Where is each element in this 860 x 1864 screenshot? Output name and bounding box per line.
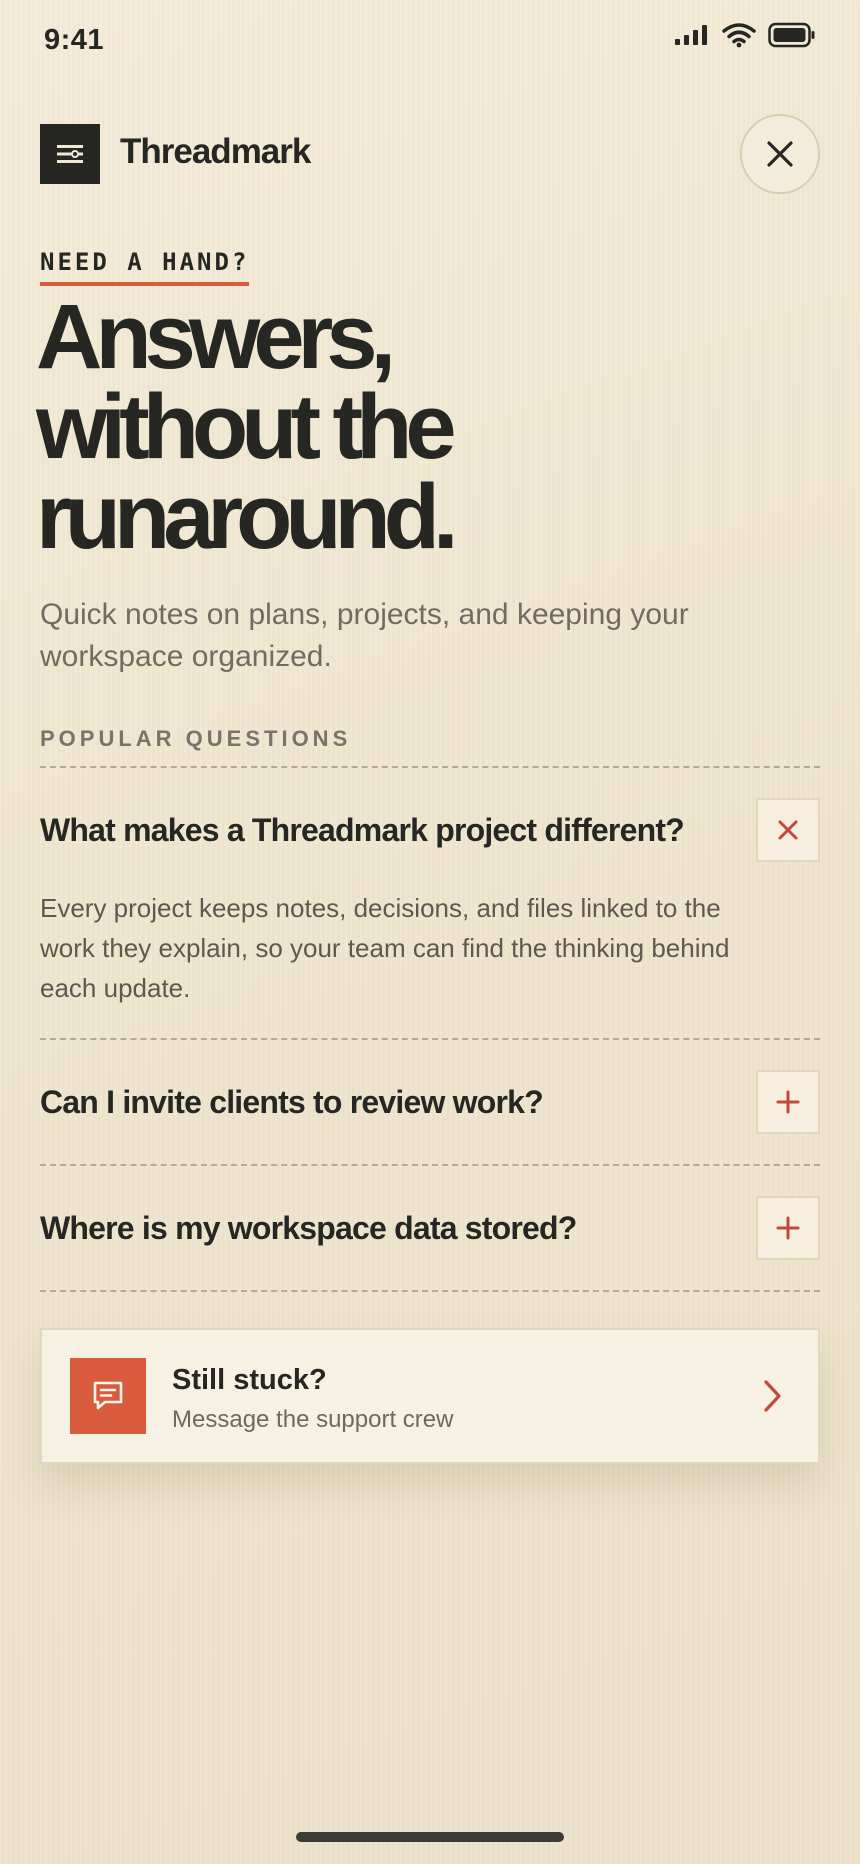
battery-icon bbox=[768, 22, 815, 48]
close-button[interactable] bbox=[740, 114, 820, 194]
section-label: POPULAR QUESTIONS bbox=[40, 726, 352, 751]
signal-icon bbox=[675, 25, 707, 45]
brand-name: Threadmark bbox=[120, 132, 311, 171]
page-title-line-2: without the bbox=[36, 376, 457, 478]
home-indicator[interactable] bbox=[296, 1832, 564, 1842]
page-title-line-3: runaround. bbox=[36, 466, 459, 568]
eyebrow-label: NEED A HAND? bbox=[40, 248, 250, 286]
chat-bubble-icon bbox=[93, 1381, 123, 1410]
faq-question-2[interactable]: Can I invite clients to review work? bbox=[40, 1084, 720, 1121]
close-icon bbox=[767, 141, 793, 167]
menu-icon bbox=[57, 145, 83, 163]
help-screen: 9:41 Threadmark NEED A HAND? Answers, wi… bbox=[0, 0, 860, 1864]
support-icon-tile bbox=[70, 1358, 146, 1434]
faq-answer-1: Every project keeps notes, decisions, an… bbox=[40, 893, 730, 1003]
divider bbox=[40, 1038, 820, 1040]
close-icon bbox=[778, 820, 798, 840]
plus-icon bbox=[776, 1216, 800, 1240]
chevron-right-icon bbox=[764, 1380, 781, 1412]
page-subtitle: Quick notes on plans, projects, and keep… bbox=[40, 598, 689, 673]
support-title: Still stuck? bbox=[172, 1364, 327, 1396]
support-subtitle: Message the support crew bbox=[172, 1406, 454, 1433]
page-title: Answers, without the runaround. bbox=[36, 286, 736, 568]
faq-expand-button[interactable] bbox=[756, 1196, 820, 1260]
status-time: 9:41 bbox=[44, 24, 105, 56]
wifi-icon bbox=[722, 23, 756, 48]
faq-question-3[interactable]: Where is my workspace data stored? bbox=[40, 1210, 720, 1247]
divider bbox=[40, 1164, 820, 1166]
faq-question-1[interactable]: What makes a Threadmark project differen… bbox=[40, 812, 720, 849]
plus-icon bbox=[776, 1090, 800, 1114]
divider bbox=[40, 766, 820, 768]
page-title-line-1: Answers, bbox=[36, 286, 396, 388]
menu-button[interactable] bbox=[40, 124, 100, 184]
faq-expand-button[interactable] bbox=[756, 1070, 820, 1134]
divider bbox=[40, 1290, 820, 1292]
faq-collapse-button[interactable] bbox=[756, 798, 820, 862]
support-card[interactable]: Still stuck? Message the support crew bbox=[40, 1328, 820, 1464]
status-icons bbox=[674, 22, 816, 48]
